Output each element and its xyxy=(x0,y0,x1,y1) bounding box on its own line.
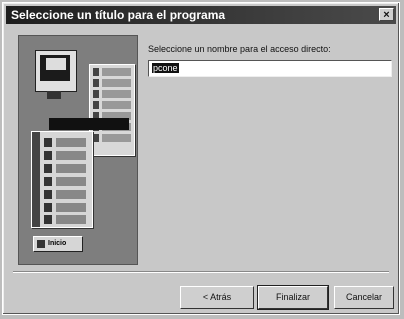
finish-button[interactable]: Finalizar xyxy=(257,285,329,310)
separator xyxy=(13,271,389,273)
window-title: Seleccione un título para el programa xyxy=(11,8,226,22)
monitor-icon xyxy=(35,50,77,92)
windows-logo-icon xyxy=(37,240,45,248)
cancel-button[interactable]: Cancelar xyxy=(334,286,394,309)
close-button[interactable]: × xyxy=(379,8,394,21)
wizard-illustration: Inicio xyxy=(18,35,138,265)
programs-submenu-graphic xyxy=(89,64,135,156)
title-bar[interactable]: Seleccione un título para el programa × xyxy=(6,6,396,24)
dialog-window: Seleccione un título para el programa × … xyxy=(2,2,400,315)
shortcut-name-prompt: Seleccione un nombre para el acceso dire… xyxy=(148,44,331,54)
back-button[interactable]: < Atrás xyxy=(180,286,254,309)
start-button-graphic: Inicio xyxy=(33,236,83,252)
shortcut-name-value: pcone xyxy=(152,63,179,73)
start-menu-graphic xyxy=(31,131,93,228)
shortcut-name-input[interactable]: pcone xyxy=(148,60,392,77)
start-label: Inicio xyxy=(48,240,67,247)
